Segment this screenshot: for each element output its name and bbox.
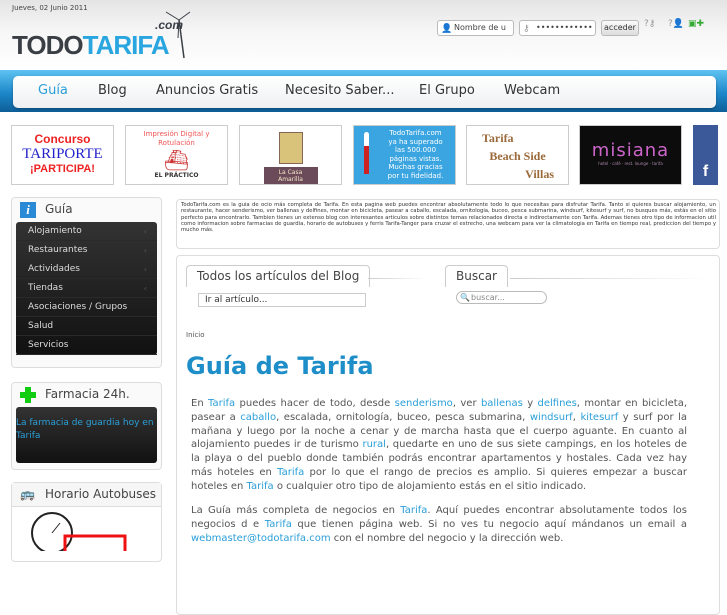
text-segment: , ver (452, 398, 481, 409)
article-select[interactable]: Ir al artículo... (198, 293, 366, 307)
banner-misiana[interactable]: misiana hotel · café · rest. lounge · ta… (579, 125, 682, 185)
banner-concurso-tariporte[interactable]: Concurso TARIPORTE ¡PARTICIPA! (11, 125, 114, 185)
paragraph-business: La Guía más completa de negocios en Tari… (191, 504, 687, 545)
login-button[interactable]: acceder (601, 20, 639, 36)
farmacia-link[interactable]: La farmacia de guardia hoy en Tarifa (16, 407, 157, 463)
intro-text: TodoTarifa.com es la guia de ocio más co… (181, 202, 716, 234)
farmacia-box: Farmacia 24h. La farmacia de guardia hoy… (11, 382, 162, 470)
text-segment: que tienen página web. Si no ves tu nego… (291, 518, 687, 530)
guia-menu-item[interactable]: Alojamiento ‹ (16, 222, 157, 241)
nav-blog[interactable]: Blog (98, 83, 127, 98)
logo[interactable]: .com TODOTARIFA (12, 10, 192, 72)
forgot-username-icon[interactable]: ?👤 (668, 19, 684, 29)
text-segment: La Guía más completa de negocios en (191, 505, 401, 516)
search-icon: 🔍 (460, 293, 470, 302)
guia-menu-item[interactable]: Asociaciones / Grupos (16, 298, 157, 317)
text-segment: puedes hacer de todo, desde (235, 398, 395, 409)
tab-blog-articles[interactable]: Todos los artículos del Blog (186, 265, 371, 287)
inline-link[interactable]: ballenas (481, 398, 523, 409)
inline-link[interactable]: rural (362, 439, 385, 450)
text-segment: , escalada, ornitología, buceo, pesca su… (276, 411, 530, 423)
text-segment: o cualquier otro tipo de alojamiento est… (273, 480, 587, 492)
user-icon: 👤 (441, 24, 453, 34)
chevron-left-icon: ‹ (143, 265, 147, 274)
banner-la-casa-amarilla[interactable]: La Casa Amarilla (239, 125, 342, 185)
inline-link[interactable]: windsurf (530, 412, 573, 423)
inline-link[interactable]: webmaster@todotarifa.com (191, 533, 331, 544)
guia-menu-item[interactable]: Tiendas ‹ (16, 279, 157, 298)
inline-link[interactable]: Tarifa (247, 481, 274, 492)
inline-link[interactable]: senderismo (395, 398, 453, 409)
password-field[interactable]: ⚷ •••••••••••• (519, 20, 596, 36)
nav-necesito-saber[interactable]: Necesito Saber... (285, 83, 394, 98)
chevron-left-icon: ‹ (143, 246, 147, 255)
info-icon: i (20, 202, 36, 218)
guia-menu-item[interactable]: Salud (16, 317, 157, 336)
register-icon[interactable]: ▣✚ (688, 19, 704, 29)
forgot-password-icon[interactable]: ?⚷ (644, 19, 655, 29)
username-field[interactable]: 👤 Nombre de u (437, 20, 514, 36)
inline-link[interactable]: Tarifa (265, 519, 292, 530)
guia-menu-item[interactable]: Servicios (16, 336, 157, 355)
nav-el-grupo[interactable]: El Grupo (419, 83, 475, 98)
text-segment: En (191, 398, 209, 409)
pharmacy-cross-icon (20, 387, 36, 403)
tab-search[interactable]: Buscar (445, 265, 508, 287)
inline-link[interactable]: Tarifa (208, 398, 235, 409)
banner-el-practico[interactable]: Impresión Digital y Rotulación ⛴ EL PRÁC… (125, 125, 228, 185)
autobuses-box: 🚌 Horario Autobuses (11, 482, 162, 562)
banner-facebook[interactable]: f (693, 125, 718, 185)
guia-box: i Guía Alojamiento ‹ Restaurantes ‹ Actividad… (11, 197, 162, 368)
guia-menu-item[interactable]: Restaurantes ‹ (16, 241, 157, 260)
thermometer-icon (364, 132, 369, 174)
inline-link[interactable]: Tarifa (400, 505, 427, 516)
text-segment: con el nombre del negocio y la dirección… (330, 532, 564, 544)
inline-link[interactable]: kitesurf (580, 412, 618, 423)
inline-link[interactable]: Tarifa (277, 467, 304, 478)
bus-icon: 🚌 (20, 487, 35, 501)
page-title: Guía de Tarifa (186, 352, 374, 380)
text-segment: y (522, 398, 538, 409)
chevron-left-icon: ‹ (143, 284, 147, 293)
search-input[interactable]: 🔍 buscar... (456, 291, 547, 304)
nav-webcam[interactable]: Webcam (504, 83, 560, 98)
nav-guia[interactable]: Guía (38, 83, 68, 98)
banner-beach-side-villas[interactable]: Tarifa Beach Side Villas (466, 125, 569, 185)
inline-link[interactable]: caballo (240, 412, 276, 423)
banner-visits-milestone[interactable]: TodoTarifa.com ya ha superado las 500.000 p… (353, 125, 456, 185)
paragraph-activities: En Tarifa puedes hacer de todo, desde se… (191, 397, 687, 494)
nav-anuncios[interactable]: Anuncios Gratis (156, 83, 258, 98)
guia-menu: Alojamiento ‹ Restaurantes ‹ Actividades ‹ Tie… (16, 222, 157, 355)
inline-link[interactable]: delfines (538, 398, 577, 409)
clock-schedule-icon (31, 512, 127, 558)
key-icon: ⚷ (523, 24, 530, 34)
main-nav: Guía Blog Anuncios Gratis Necesito Saber… (13, 76, 716, 108)
breadcrumb[interactable]: Inicio (186, 331, 205, 339)
guia-menu-item[interactable]: Actividades ‹ (16, 260, 157, 279)
chevron-left-icon: ‹ (143, 227, 147, 236)
